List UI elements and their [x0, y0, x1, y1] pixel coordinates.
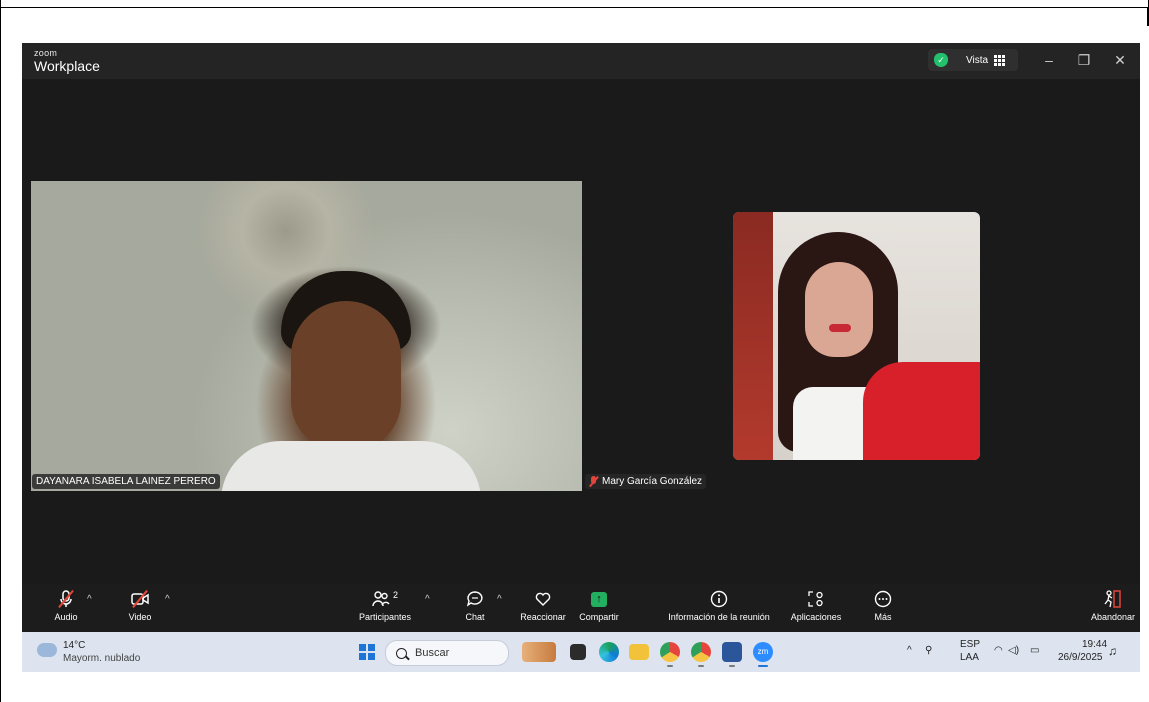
view-button[interactable]: ✓ Vista	[928, 49, 1018, 71]
title-bar: zoom Workplace ✓ Vista – ❐ ✕	[22, 43, 1140, 79]
windows-taskbar: 14°C Mayorm. nublado Buscar zm ^ ⚲ ESP L…	[22, 632, 1140, 672]
zoom-window: zoom Workplace ✓ Vista – ❐ ✕ DAYANARA IS…	[22, 43, 1140, 632]
lang-top[interactable]: ESP	[960, 639, 980, 650]
task-view-icon[interactable]	[570, 644, 586, 660]
participant-2-name-tag: Mary García González	[585, 474, 707, 489]
muted-mic-icon	[589, 476, 598, 487]
mic-muted-icon	[50, 588, 82, 610]
edge-browser-icon[interactable]	[599, 642, 619, 662]
windows-start-icon[interactable]	[359, 644, 375, 660]
news-widget-icon[interactable]	[522, 642, 556, 662]
share-button[interactable]: ↑ Compartir	[575, 588, 623, 622]
cloud-icon[interactable]	[37, 643, 57, 657]
weather-desc[interactable]: Mayorm. nublado	[63, 653, 140, 664]
weather-temp[interactable]: 14°C	[63, 640, 85, 651]
participants-options-chevron-icon[interactable]: ^	[425, 594, 430, 605]
participant-1-face	[291, 301, 401, 451]
zoom-active-indicator	[758, 665, 768, 667]
brand-small: zoom	[34, 48, 58, 58]
leave-door-icon	[1104, 590, 1121, 608]
location-icon[interactable]: ⚲	[925, 645, 932, 656]
chat-label: Chat	[465, 612, 485, 622]
participant-2-lips	[829, 324, 851, 332]
participant-2-jacket	[863, 362, 980, 460]
video-tile-participant-2[interactable]	[733, 212, 980, 460]
video-tile-participant-1[interactable]	[31, 181, 582, 491]
participants-count: 2	[392, 590, 398, 600]
participant-1-shoulders	[221, 441, 481, 491]
video-options-chevron-icon[interactable]: ^	[165, 594, 170, 605]
camera-off-icon	[124, 588, 156, 610]
meeting-info-label: Información de la reunión	[668, 612, 770, 622]
react-label: Reaccionar	[520, 612, 566, 622]
lang-bottom[interactable]: LAA	[960, 652, 979, 663]
participant-2-background	[733, 212, 773, 460]
participants-icon	[372, 591, 390, 607]
word-icon[interactable]	[722, 642, 742, 662]
brand-large: Workplace	[34, 58, 100, 74]
info-icon	[710, 590, 728, 608]
file-explorer-icon[interactable]	[629, 644, 649, 660]
tray-overflow-chevron-icon[interactable]: ^	[907, 645, 912, 656]
search-icon	[396, 647, 407, 659]
battery-icon[interactable]: ▭	[1030, 645, 1039, 656]
leave-label: Abandonar	[1090, 612, 1136, 622]
taskbar-search[interactable]: Buscar	[385, 640, 509, 666]
zoom-app-icon[interactable]: zm	[753, 642, 773, 662]
grid-view-icon	[994, 55, 1006, 66]
share-label: Compartir	[579, 612, 619, 622]
react-button[interactable]: Reaccionar	[516, 588, 570, 622]
chrome-icon-2[interactable]	[691, 642, 711, 662]
wifi-icon[interactable]: ◠	[994, 645, 1003, 656]
volume-icon[interactable]: ◁)	[1008, 645, 1019, 656]
leave-button[interactable]: Abandonar	[1090, 588, 1136, 622]
apps-icon	[808, 591, 823, 607]
meeting-toolbar: Audio ^ Video ^ 2 Participantes ^ Chat ^	[22, 584, 1140, 632]
apps-button[interactable]: Aplicaciones	[786, 588, 846, 622]
notification-bell-icon[interactable]: ♫	[1108, 644, 1117, 658]
meeting-info-button[interactable]: Información de la reunión	[660, 588, 778, 622]
restore-button[interactable]: ❐	[1072, 49, 1096, 71]
more-button[interactable]: Más	[868, 588, 898, 622]
chrome-2-running-indicator	[698, 665, 704, 667]
outer-frame-top	[0, 0, 1149, 8]
outer-frame-left	[0, 8, 1, 702]
clock-date[interactable]: 26/9/2025	[1058, 652, 1103, 663]
participants-icon-group: 2	[352, 588, 418, 610]
participant-2-face	[805, 262, 873, 357]
video-button[interactable]: Video	[124, 588, 156, 622]
more-label: Más	[874, 612, 892, 622]
share-screen-icon: ↑	[591, 591, 607, 607]
participants-button[interactable]: 2 Participantes	[352, 588, 418, 622]
audio-button[interactable]: Audio	[50, 588, 82, 622]
chrome-1-running-indicator	[667, 665, 673, 667]
audio-label: Audio	[54, 612, 78, 622]
view-label: Vista	[966, 54, 989, 66]
clock-time[interactable]: 19:44	[1082, 639, 1107, 650]
participants-label: Participantes	[358, 612, 412, 622]
audio-options-chevron-icon[interactable]: ^	[87, 594, 92, 605]
minimize-button[interactable]: –	[1037, 49, 1061, 71]
chrome-icon-1[interactable]	[660, 642, 680, 662]
video-label: Video	[128, 612, 152, 622]
apps-label: Aplicaciones	[790, 612, 842, 622]
participant-2-name: Mary García González	[602, 476, 703, 487]
chat-icon	[466, 591, 483, 607]
chat-button[interactable]: Chat	[460, 588, 490, 622]
more-icon	[874, 590, 892, 608]
search-placeholder: Buscar	[415, 647, 450, 659]
heart-icon	[535, 592, 551, 606]
encryption-shield-icon[interactable]: ✓	[934, 53, 948, 67]
close-button[interactable]: ✕	[1108, 49, 1132, 71]
participant-1-name: DAYANARA ISABELA LAINEZ PERERO	[32, 474, 220, 489]
word-running-indicator	[729, 665, 735, 667]
chat-options-chevron-icon[interactable]: ^	[497, 594, 502, 605]
